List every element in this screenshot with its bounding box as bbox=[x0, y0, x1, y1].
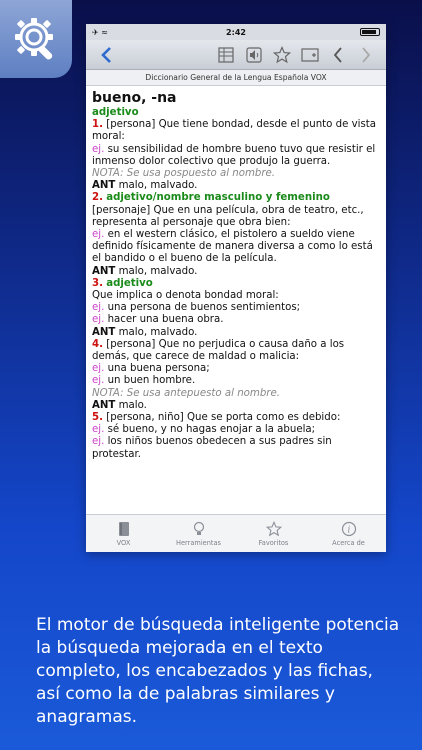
example-marker: ej. bbox=[92, 424, 105, 436]
usage-note: NOTA: Se usa antepuesto al nombre. bbox=[92, 387, 280, 399]
tab-label: Herramientas bbox=[176, 538, 221, 547]
book-icon bbox=[118, 521, 129, 536]
sense-definition: [persona] Que tiene bondad, desde el pun… bbox=[92, 119, 376, 143]
chevron-left-icon bbox=[333, 46, 342, 63]
tab-label: Favoritos bbox=[258, 538, 289, 547]
chevron-left-icon bbox=[101, 46, 111, 63]
antonyms: ANT malo. bbox=[92, 400, 380, 412]
example-text: un buen hombre. bbox=[107, 375, 196, 387]
example-marker: ej. bbox=[92, 436, 105, 448]
example: ej. una buena persona; bbox=[92, 363, 380, 375]
antonyms: ANT malo, malvado. bbox=[92, 327, 380, 339]
back-button[interactable] bbox=[92, 42, 120, 68]
chevron-right-icon bbox=[362, 46, 371, 63]
antonym-text: malo, malvado. bbox=[118, 326, 198, 338]
tab-acerca-de[interactable]: i Acerca de bbox=[311, 515, 386, 552]
example: ej. hacer una buena obra. bbox=[92, 314, 380, 326]
favorite-button[interactable] bbox=[268, 42, 296, 68]
status-time: 2:42 bbox=[226, 27, 246, 37]
speaker-icon bbox=[246, 46, 262, 63]
tab-herramientas[interactable]: Herramientas bbox=[161, 515, 236, 552]
table-icon bbox=[218, 46, 234, 63]
example-marker: ej. bbox=[92, 302, 105, 314]
speaker-button[interactable] bbox=[240, 42, 268, 68]
sense-1: 1. [persona] Que tiene bondad, desde el … bbox=[92, 119, 380, 143]
example-marker: ej. bbox=[92, 314, 105, 326]
gear-search-icon bbox=[15, 18, 53, 60]
search-settings-badge bbox=[0, 0, 72, 78]
antonym-text: malo. bbox=[118, 399, 147, 411]
usage-note: NOTA: Se usa pospuesto al nombre. bbox=[92, 168, 276, 180]
antonym-marker: ANT bbox=[92, 265, 116, 277]
table-button[interactable] bbox=[212, 42, 240, 68]
promo-caption: El motor de búsqueda inteligente potenci… bbox=[36, 615, 400, 727]
example-text: sé bueno, y no hagas enojar a la abuela; bbox=[107, 424, 316, 436]
sense-definition: Que implica o denota bondad moral: bbox=[92, 290, 279, 302]
sense-definition: [persona, niño] Que se porta como es deb… bbox=[106, 412, 341, 424]
part-of-speech: adjetivo/nombre masculino y femenino bbox=[106, 192, 330, 204]
previous-button[interactable] bbox=[324, 42, 352, 68]
sense-number: 1. bbox=[92, 119, 103, 131]
tab-label: VOX bbox=[116, 538, 131, 547]
example: ej. un buen hombre. bbox=[92, 375, 380, 387]
tab-label: Acerca de bbox=[332, 538, 365, 547]
example-text: su sensibilidad de hombre bueno tuvo que… bbox=[92, 143, 376, 167]
antonym-marker: ANT bbox=[92, 180, 116, 192]
example-marker: ej. bbox=[92, 229, 105, 241]
sense-number: 4. bbox=[92, 338, 103, 350]
star-icon bbox=[265, 520, 282, 536]
example-text: los niños buenos obedecen a sus padres s… bbox=[92, 436, 332, 460]
add-note-button[interactable] bbox=[296, 42, 324, 68]
antonym-text: malo, malvado. bbox=[118, 265, 198, 277]
svg-text:i: i bbox=[347, 525, 350, 535]
antonyms: ANT malo, malvado. bbox=[92, 180, 380, 192]
part-of-speech: adjetivo bbox=[92, 107, 139, 118]
antonym-marker: ANT bbox=[92, 326, 116, 338]
tab-bar: VOX Herramientas Favoritos i Acerca de bbox=[86, 514, 386, 552]
info-icon: i bbox=[341, 521, 356, 536]
sense-number: 2. bbox=[92, 192, 103, 204]
star-icon bbox=[273, 45, 291, 63]
sense-5: 5. [persona, niño] Que se porta como es … bbox=[92, 412, 380, 424]
status-bar: ✈ ︎≈ 2:42 bbox=[86, 24, 386, 40]
sense-number: 3. bbox=[92, 277, 103, 289]
tab-favoritos[interactable]: Favoritos bbox=[236, 515, 311, 552]
next-button[interactable] bbox=[352, 42, 380, 68]
sense-4: 4. [persona] Que no perjudica o causa da… bbox=[92, 339, 380, 363]
dictionary-entry: bueno, -na adjetivo 1. [persona] Que tie… bbox=[86, 86, 386, 530]
example-text: una buena persona; bbox=[107, 363, 210, 375]
example: ej. los niños buenos obedecen a sus padr… bbox=[92, 436, 380, 460]
add-note-icon bbox=[301, 47, 319, 62]
battery-icon bbox=[360, 28, 380, 36]
antonym-text: malo, malvado. bbox=[118, 180, 198, 192]
example: ej. su sensibilidad de hombre bueno tuvo… bbox=[92, 144, 380, 168]
example: ej. sé bueno, y no hagas enojar a la abu… bbox=[92, 424, 380, 436]
antonyms: ANT malo, malvado. bbox=[92, 266, 380, 278]
example-text: en el western clásico, el pistolero a su… bbox=[92, 229, 373, 265]
dictionary-title: Diccionario General de la Lengua Español… bbox=[86, 70, 386, 86]
sense-2: 2. adjetivo/nombre masculino y femenino bbox=[92, 192, 380, 204]
example-marker: ej. bbox=[92, 363, 105, 375]
headword: bueno, -na bbox=[92, 90, 177, 106]
phone-screen: ✈ ︎≈ 2:42 Diccionario General de la Leng… bbox=[86, 24, 386, 552]
sense-3: 3. adjetivo bbox=[92, 278, 380, 290]
example-marker: ej. bbox=[92, 375, 105, 387]
sense-number: 5. bbox=[92, 412, 103, 424]
tab-vox[interactable]: VOX bbox=[86, 515, 161, 552]
example-text: una persona de buenos sentimientos; bbox=[107, 302, 301, 314]
sense-definition: [personaje] Que en una película, obra de… bbox=[92, 204, 364, 228]
sense-definition: [persona] Que no perjudica o causa daño … bbox=[92, 338, 345, 363]
part-of-speech: adjetivo bbox=[106, 277, 153, 289]
toolbar bbox=[86, 40, 386, 70]
example-text: hacer una buena obra. bbox=[107, 314, 224, 326]
lightbulb-icon bbox=[193, 521, 204, 535]
antonym-marker: ANT bbox=[92, 399, 116, 411]
example: ej. una persona de buenos sentimientos; bbox=[92, 302, 380, 314]
example-marker: ej. bbox=[92, 143, 105, 155]
example: ej. en el western clásico, el pistolero … bbox=[92, 229, 380, 266]
